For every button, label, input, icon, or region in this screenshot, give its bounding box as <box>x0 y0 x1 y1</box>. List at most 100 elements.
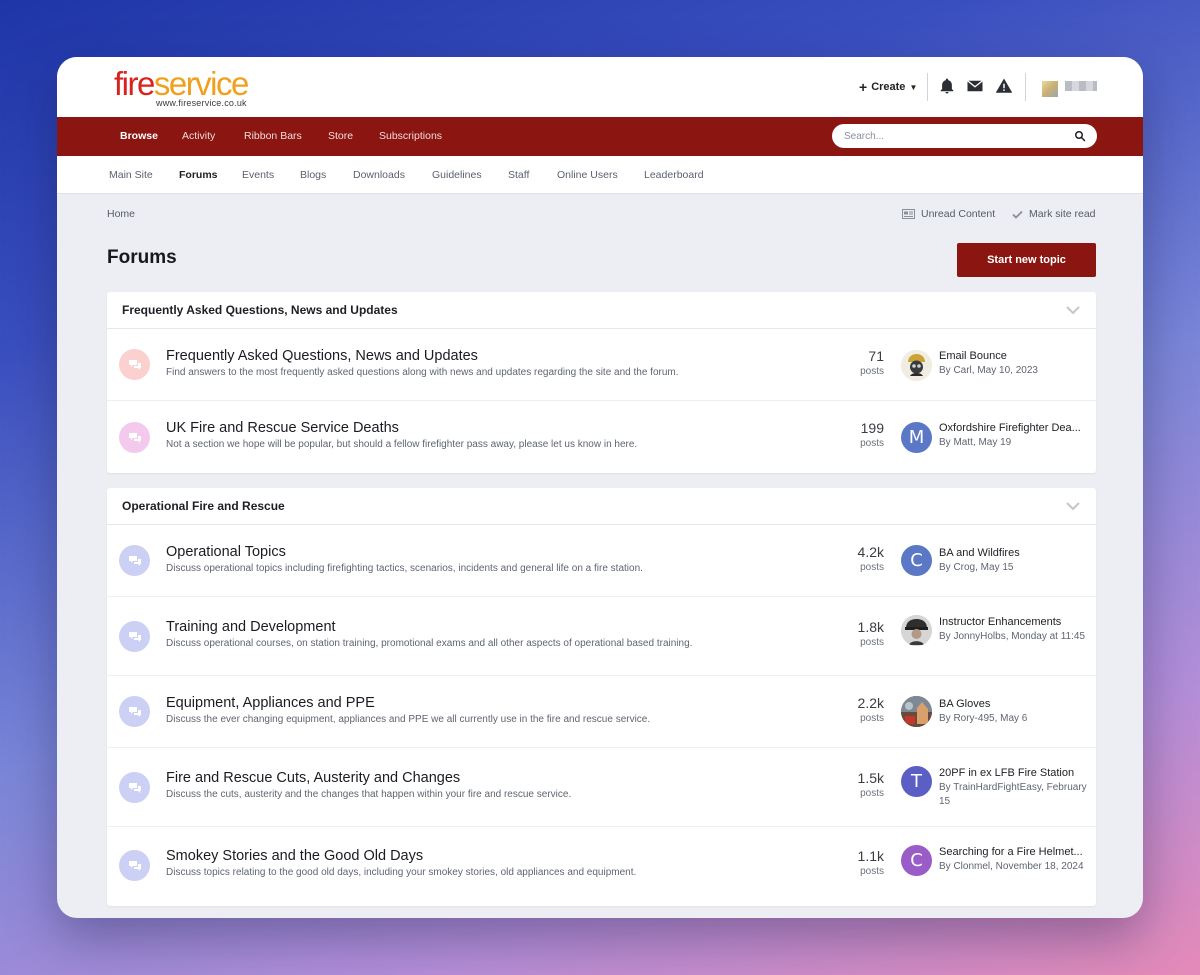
speech-bubbles-icon <box>128 432 141 443</box>
forum-title[interactable]: UK Fire and Rescue Service Deaths <box>166 420 399 436</box>
site-header: fireservice www.fireservice.co.uk + Crea… <box>57 57 1143 117</box>
nav-activity[interactable]: Activity <box>182 117 215 156</box>
subnav-online-users[interactable]: Online Users <box>557 156 618 194</box>
last-post-meta: By Carl, May 10, 2023 <box>939 365 1038 376</box>
post-count-label: posts <box>860 637 884 648</box>
forum-row: UK Fire and Rescue Service Deaths Not a … <box>107 401 1096 473</box>
post-count: 1.8k <box>857 619 884 635</box>
last-post-meta: By Matt, May 19 <box>939 437 1012 448</box>
post-count-label: posts <box>860 562 884 573</box>
avatar[interactable]: M <box>901 422 932 453</box>
forum-icon[interactable] <box>119 772 150 803</box>
logo-wordmark: fireservice <box>114 67 249 101</box>
envelope-icon[interactable] <box>966 77 984 95</box>
nav-store[interactable]: Store <box>328 117 353 156</box>
subnav-blogs[interactable]: Blogs <box>300 156 326 194</box>
forum-row: Frequently Asked Questions, News and Upd… <box>107 329 1096 401</box>
bell-icon[interactable] <box>938 77 956 95</box>
category-header: Operational Fire and Rescue <box>107 488 1096 525</box>
header-divider <box>1025 73 1026 101</box>
avatar[interactable]: C <box>901 545 932 576</box>
post-count: 199 <box>860 420 884 436</box>
user-name-redacted[interactable] <box>1065 81 1097 91</box>
speech-bubbles-icon <box>128 631 141 642</box>
post-count: 1.5k <box>857 770 884 786</box>
subnav-main-site[interactable]: Main Site <box>109 156 153 194</box>
newspaper-icon <box>902 209 915 219</box>
subnav-events[interactable]: Events <box>242 156 274 194</box>
nav-ribbon-bars[interactable]: Ribbon Bars <box>244 117 302 156</box>
last-post-title[interactable]: BA and Wildfires <box>939 547 1087 559</box>
avatar[interactable] <box>901 696 932 727</box>
forum-row: Fire and Rescue Cuts, Austerity and Chan… <box>107 748 1096 827</box>
warning-icon[interactable] <box>995 77 1013 95</box>
create-label: Create <box>871 81 906 93</box>
avatar[interactable] <box>901 350 932 381</box>
secondary-nav: Main Site Forums Events Blogs Downloads … <box>57 156 1143 194</box>
nav-browse[interactable]: Browse <box>120 117 158 156</box>
search-icon[interactable] <box>1074 130 1086 142</box>
subnav-guidelines[interactable]: Guidelines <box>432 156 482 194</box>
speech-bubbles-icon <box>128 706 141 717</box>
last-post-title[interactable]: Oxfordshire Firefighter Dea... <box>939 422 1087 434</box>
last-post-meta: By TrainHardFightEasy, February 15 <box>939 782 1087 807</box>
header-divider <box>927 73 928 101</box>
forum-icon[interactable] <box>119 349 150 380</box>
post-count: 2.2k <box>857 695 884 711</box>
nav-subscriptions[interactable]: Subscriptions <box>379 117 442 156</box>
breadcrumb-home[interactable]: Home <box>107 208 135 220</box>
search-input[interactable] <box>844 124 1064 148</box>
avatar[interactable] <box>901 615 932 646</box>
forum-icon[interactable] <box>119 545 150 576</box>
subnav-forums[interactable]: Forums <box>179 156 218 194</box>
forum-description: Discuss topics relating to the good old … <box>166 867 637 878</box>
forum-description: Discuss the cuts, austerity and the chan… <box>166 789 572 800</box>
forum-title[interactable]: Training and Development <box>166 619 336 635</box>
user-avatar[interactable] <box>1042 81 1058 97</box>
forum-title[interactable]: Operational Topics <box>166 544 286 560</box>
mark-site-read-link[interactable]: Mark site read <box>1012 208 1096 220</box>
last-post-title[interactable]: Searching for a Fire Helmet... <box>939 846 1087 858</box>
forum-row: Operational Topics Discuss operational t… <box>107 525 1096 597</box>
last-post-meta: By Rory-495, May 6 <box>939 713 1028 724</box>
create-button[interactable]: + Create ▼ <box>859 79 917 95</box>
firefighter-photo-icon <box>901 350 932 381</box>
forum-title[interactable]: Equipment, Appliances and PPE <box>166 695 375 711</box>
avatar[interactable]: T <box>901 766 932 797</box>
forum-title[interactable]: Fire and Rescue Cuts, Austerity and Chan… <box>166 770 460 786</box>
forum-icon[interactable] <box>119 621 150 652</box>
page-title: Forums <box>107 247 177 268</box>
post-count: 1.1k <box>857 848 884 864</box>
last-post-meta: By Clonmel, November 18, 2024 <box>939 861 1084 872</box>
last-post-title[interactable]: Email Bounce <box>939 350 1087 362</box>
category-card: Operational Fire and Rescue Operational … <box>107 488 1096 906</box>
avatar[interactable]: C <box>901 845 932 876</box>
speech-bubbles-icon <box>128 782 141 793</box>
subnav-downloads[interactable]: Downloads <box>353 156 405 194</box>
forum-icon[interactable] <box>119 422 150 453</box>
logo-url: www.fireservice.co.uk <box>156 98 247 108</box>
primary-nav: Browse Activity Ribbon Bars Store Subscr… <box>57 117 1143 156</box>
post-count: 71 <box>868 348 884 364</box>
category-title[interactable]: Frequently Asked Questions, News and Upd… <box>122 292 398 329</box>
start-new-topic-button[interactable]: Start new topic <box>957 243 1096 277</box>
last-post-title[interactable]: 20PF in ex LFB Fire Station <box>939 767 1087 779</box>
last-post-title[interactable]: Instructor Enhancements <box>939 616 1087 628</box>
last-post-meta: By Crog, May 15 <box>939 562 1014 573</box>
last-post-title[interactable]: BA Gloves <box>939 698 1087 710</box>
forum-title[interactable]: Smokey Stories and the Good Old Days <box>166 848 423 864</box>
forum-title[interactable]: Frequently Asked Questions, News and Upd… <box>166 348 478 364</box>
chevron-down-icon[interactable] <box>1066 500 1080 512</box>
chevron-down-icon[interactable] <box>1066 304 1080 316</box>
site-logo[interactable]: fireservice www.fireservice.co.uk <box>114 67 254 111</box>
forum-row: Training and Development Discuss operati… <box>107 597 1096 676</box>
forum-row: Smokey Stories and the Good Old Days Dis… <box>107 827 1096 905</box>
speech-bubbles-icon <box>128 555 141 566</box>
category-title[interactable]: Operational Fire and Rescue <box>122 488 285 525</box>
subnav-leaderboard[interactable]: Leaderboard <box>644 156 704 194</box>
subnav-staff[interactable]: Staff <box>508 156 529 194</box>
forum-icon[interactable] <box>119 850 150 881</box>
last-post-meta: By JonnyHolbs, Monday at 11:45 <box>939 631 1086 642</box>
forum-icon[interactable] <box>119 696 150 727</box>
unread-content-link[interactable]: Unread Content <box>902 208 995 220</box>
